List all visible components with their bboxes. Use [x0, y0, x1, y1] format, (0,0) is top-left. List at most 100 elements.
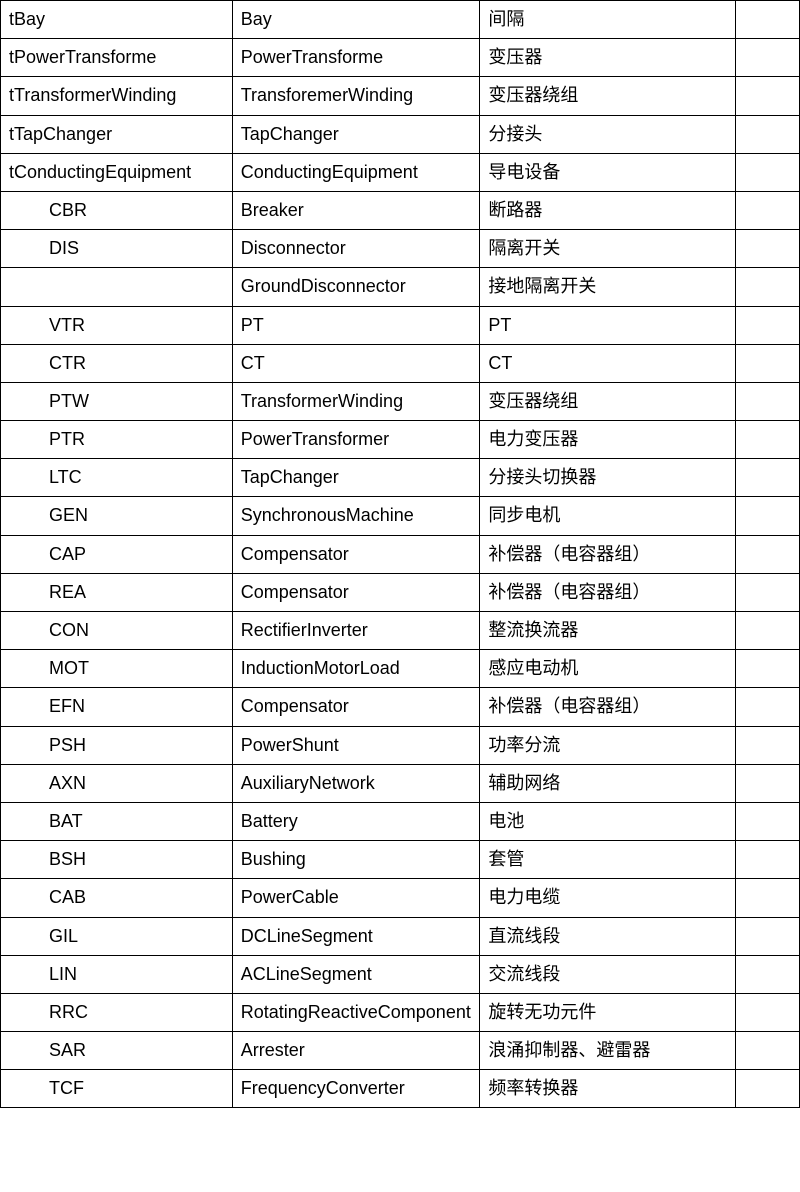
cell-chinese: 直流线段	[480, 917, 736, 955]
cell-code: GEN	[1, 497, 233, 535]
cell-code: tConductingEquipment	[1, 153, 233, 191]
cell-empty	[736, 612, 800, 650]
cell-english: Bay	[232, 1, 480, 39]
cell-english: PT	[232, 306, 480, 344]
table-row: AXNAuxiliaryNetwork辅助网络	[1, 764, 800, 802]
table-row: CABPowerCable电力电缆	[1, 879, 800, 917]
cell-empty	[736, 230, 800, 268]
cell-code	[1, 268, 233, 306]
cell-code: CAP	[1, 535, 233, 573]
cell-empty	[736, 1032, 800, 1070]
cell-code: VTR	[1, 306, 233, 344]
cell-chinese: 旋转无功元件	[480, 993, 736, 1031]
cell-english: ConductingEquipment	[232, 153, 480, 191]
cell-code: AXN	[1, 764, 233, 802]
cell-chinese: 套管	[480, 841, 736, 879]
mapping-table-body: tBayBay间隔tPowerTransformePowerTransforme…	[1, 1, 800, 1108]
cell-english: Compensator	[232, 535, 480, 573]
cell-chinese: 辅助网络	[480, 764, 736, 802]
cell-chinese: 浪涌抑制器、避雷器	[480, 1032, 736, 1070]
cell-chinese: 断路器	[480, 191, 736, 229]
cell-empty	[736, 726, 800, 764]
cell-chinese: 频率转换器	[480, 1070, 736, 1108]
cell-empty	[736, 421, 800, 459]
cell-empty	[736, 993, 800, 1031]
mapping-table: tBayBay间隔tPowerTransformePowerTransforme…	[0, 0, 800, 1108]
cell-empty	[736, 802, 800, 840]
cell-chinese: 导电设备	[480, 153, 736, 191]
table-row: BATBattery电池	[1, 802, 800, 840]
cell-english: GroundDisconnector	[232, 268, 480, 306]
cell-chinese: 变压器	[480, 39, 736, 77]
cell-chinese: 功率分流	[480, 726, 736, 764]
cell-empty	[736, 879, 800, 917]
cell-empty	[736, 459, 800, 497]
cell-empty	[736, 764, 800, 802]
table-row: SARArrester浪涌抑制器、避雷器	[1, 1032, 800, 1070]
cell-english: Breaker	[232, 191, 480, 229]
cell-chinese: 变压器绕组	[480, 382, 736, 420]
cell-english: Compensator	[232, 688, 480, 726]
cell-english: FrequencyConverter	[232, 1070, 480, 1108]
cell-empty	[736, 306, 800, 344]
cell-code: EFN	[1, 688, 233, 726]
cell-english: DCLineSegment	[232, 917, 480, 955]
cell-empty	[736, 268, 800, 306]
table-row: GILDCLineSegment直流线段	[1, 917, 800, 955]
cell-chinese: 分接头切换器	[480, 459, 736, 497]
cell-english: Arrester	[232, 1032, 480, 1070]
table-row: EFNCompensator补偿器（电容器组）	[1, 688, 800, 726]
cell-empty	[736, 497, 800, 535]
cell-code: tBay	[1, 1, 233, 39]
cell-chinese: 电力变压器	[480, 421, 736, 459]
cell-chinese: 整流换流器	[480, 612, 736, 650]
cell-code: GIL	[1, 917, 233, 955]
cell-empty	[736, 955, 800, 993]
cell-empty	[736, 77, 800, 115]
cell-english: PowerCable	[232, 879, 480, 917]
cell-empty	[736, 1, 800, 39]
table-row: PTRPowerTransformer电力变压器	[1, 421, 800, 459]
cell-empty	[736, 841, 800, 879]
cell-english: ACLineSegment	[232, 955, 480, 993]
cell-code: tPowerTransforme	[1, 39, 233, 77]
cell-empty	[736, 39, 800, 77]
cell-chinese: 变压器绕组	[480, 77, 736, 115]
cell-english: TransformerWinding	[232, 382, 480, 420]
cell-english: Compensator	[232, 573, 480, 611]
cell-code: LTC	[1, 459, 233, 497]
table-row: LTCTapChanger分接头切换器	[1, 459, 800, 497]
cell-chinese: CT	[480, 344, 736, 382]
cell-english: Bushing	[232, 841, 480, 879]
cell-chinese: 感应电动机	[480, 650, 736, 688]
table-row: GENSynchronousMachine同步电机	[1, 497, 800, 535]
cell-empty	[736, 650, 800, 688]
cell-chinese: 补偿器（电容器组）	[480, 688, 736, 726]
cell-english: Battery	[232, 802, 480, 840]
cell-empty	[736, 688, 800, 726]
cell-empty	[736, 535, 800, 573]
cell-chinese: 补偿器（电容器组）	[480, 573, 736, 611]
cell-code: MOT	[1, 650, 233, 688]
cell-code: BAT	[1, 802, 233, 840]
table-row: PSHPowerShunt功率分流	[1, 726, 800, 764]
table-row: TCFFrequencyConverter频率转换器	[1, 1070, 800, 1108]
cell-code: REA	[1, 573, 233, 611]
table-row: tBayBay间隔	[1, 1, 800, 39]
cell-english: Disconnector	[232, 230, 480, 268]
cell-empty	[736, 153, 800, 191]
cell-english: InductionMotorLoad	[232, 650, 480, 688]
cell-english: AuxiliaryNetwork	[232, 764, 480, 802]
cell-empty	[736, 1070, 800, 1108]
table-row: CAPCompensator补偿器（电容器组）	[1, 535, 800, 573]
cell-empty	[736, 344, 800, 382]
cell-chinese: 同步电机	[480, 497, 736, 535]
cell-chinese: 补偿器（电容器组）	[480, 535, 736, 573]
cell-english: TransforemerWinding	[232, 77, 480, 115]
table-row: tConductingEquipmentConductingEquipment导…	[1, 153, 800, 191]
table-row: CONRectifierInverter整流换流器	[1, 612, 800, 650]
cell-code: CBR	[1, 191, 233, 229]
cell-code: TCF	[1, 1070, 233, 1108]
cell-english: CT	[232, 344, 480, 382]
cell-code: DIS	[1, 230, 233, 268]
